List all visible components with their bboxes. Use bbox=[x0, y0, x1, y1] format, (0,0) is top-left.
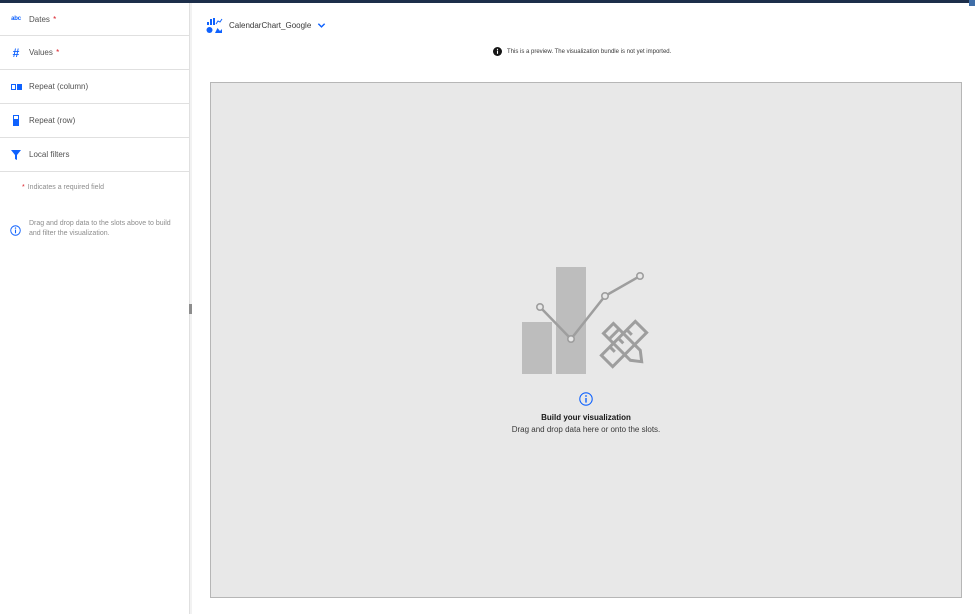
abc-text-icon: abc bbox=[11, 16, 21, 22]
slot-dates[interactable]: abc Dates * bbox=[0, 3, 190, 36]
slots-hint: Drag and drop data to the slots above to… bbox=[10, 219, 180, 239]
chevron-down-icon bbox=[318, 23, 326, 28]
slot-label: Repeat (row) bbox=[29, 116, 76, 125]
slot-label: Dates * bbox=[29, 14, 57, 24]
info-icon bbox=[579, 392, 593, 406]
filter-icon bbox=[10, 149, 22, 161]
illustration-bar-tall bbox=[556, 267, 586, 374]
slot-label: Local filters bbox=[29, 150, 70, 159]
illustration-bar-short bbox=[522, 322, 552, 374]
slot-values[interactable]: # Values * bbox=[0, 36, 190, 70]
resize-handle[interactable] bbox=[189, 304, 192, 314]
visualization-type-icon bbox=[206, 18, 223, 33]
repeat-row-icon bbox=[10, 115, 22, 127]
build-visualization-illustration-icon bbox=[522, 267, 649, 374]
window-corner bbox=[969, 0, 975, 6]
info-icon bbox=[10, 225, 21, 236]
empty-state-title: Build your visualization bbox=[541, 413, 631, 422]
slot-repeat-row[interactable]: Repeat (row) bbox=[0, 104, 190, 138]
preview-notice: This is a preview. The visualization bun… bbox=[493, 47, 671, 56]
repeat-column-icon bbox=[10, 81, 22, 93]
hash-number-icon: # bbox=[12, 45, 20, 60]
slot-label: Values * bbox=[29, 48, 60, 57]
visualization-selector[interactable]: CalendarChart_Google bbox=[206, 17, 326, 34]
slots-panel: abc Dates * # Values * Repeat (column) R… bbox=[0, 3, 190, 614]
visualization-name: CalendarChart_Google bbox=[229, 21, 312, 30]
required-field-note: * Indicates a required field bbox=[22, 184, 105, 191]
slot-repeat-column[interactable]: Repeat (column) bbox=[0, 70, 190, 104]
info-filled-icon bbox=[493, 47, 502, 56]
slot-local-filters[interactable]: Local filters bbox=[0, 138, 190, 172]
slot-label: Repeat (column) bbox=[29, 82, 89, 91]
empty-state-subtitle: Drag and drop data here or onto the slot… bbox=[511, 425, 661, 434]
